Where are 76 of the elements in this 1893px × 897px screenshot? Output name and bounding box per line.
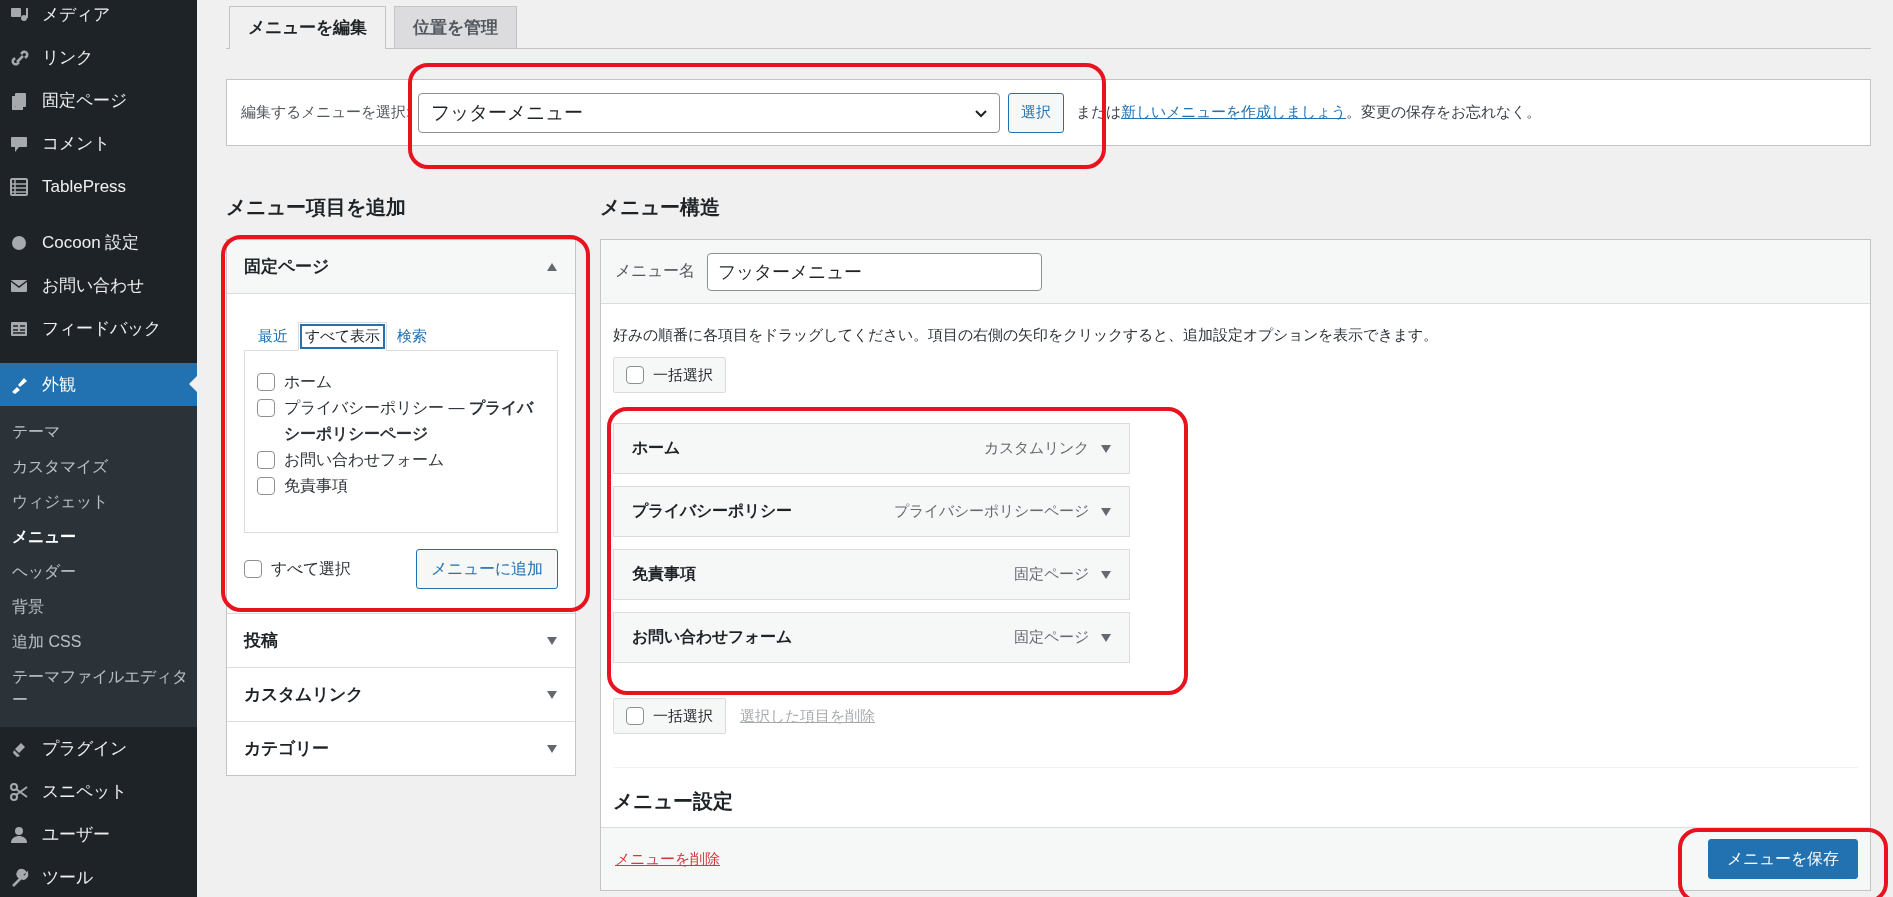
menu-item-type: 固定ページ <box>1014 565 1089 584</box>
filter-tab[interactable]: 検索 <box>391 323 433 350</box>
checkbox[interactable] <box>626 366 644 384</box>
triangle-down-icon[interactable] <box>1101 507 1111 516</box>
submenu-item[interactable]: テーマ <box>0 414 197 449</box>
menu-item-title: プライバシーポリシー <box>632 501 793 521</box>
sidebar-item[interactable]: ツール <box>0 856 197 897</box>
sidebar-item[interactable]: 固定ページ <box>0 79 197 122</box>
sidebar-item[interactable]: お問い合わせ <box>0 264 197 307</box>
nav-tab[interactable]: メニューを編集 <box>229 6 386 49</box>
page-label: 免責事項 <box>284 476 349 496</box>
sidebar-item[interactable]: 外観 <box>0 363 197 406</box>
triangle-down-icon <box>547 636 557 645</box>
triangle-down-icon <box>547 744 557 753</box>
create-menu-link[interactable]: 新しいメニューを作成しましょう <box>1121 103 1347 120</box>
menu-name-label: メニュー名 <box>615 261 695 281</box>
nav-tab[interactable]: 位置を管理 <box>394 6 517 48</box>
section-heading: メニュー構造 <box>600 195 721 220</box>
section-heading: メニュー項目を追加 <box>226 195 407 220</box>
sidebar-item[interactable]: ユーザー <box>0 813 197 856</box>
checkbox[interactable] <box>257 477 275 495</box>
submenu-item[interactable]: ヘッダー <box>0 554 197 589</box>
triangle-up-icon <box>547 262 557 271</box>
select-all-label: すべて選択 <box>271 559 351 579</box>
checkbox[interactable] <box>257 399 275 417</box>
submenu-item[interactable]: テーマファイルエディター <box>0 659 197 717</box>
menu-item-bar[interactable]: お問い合わせフォーム 固定ページ <box>613 612 1130 663</box>
checkbox[interactable] <box>257 373 275 391</box>
bulk-select-button[interactable]: 一括選択 <box>613 357 726 393</box>
sidebar-item[interactable]: コメント <box>0 122 197 165</box>
submenu-item[interactable]: 追加 CSS <box>0 624 197 659</box>
sidebar-item[interactable]: プラグイン <box>0 727 197 770</box>
menu-item-title: お問い合わせフォーム <box>632 627 793 647</box>
accordion-header[interactable]: 固定ページ <box>227 240 575 294</box>
triangle-down-icon[interactable] <box>1101 633 1111 642</box>
sidebar-item[interactable]: TablePress <box>0 165 197 208</box>
menu-item-type: プライバシーポリシーページ <box>894 502 1089 521</box>
instructions-text: 好みの順番に各項目をドラッグしてください。項目の右側の矢印をクリックすると、追加設定オプションを表示できます。 <box>613 326 1439 345</box>
page-label: プライバシーポリシー — プライバシーポリシーページ <box>284 398 535 444</box>
sidebar-item[interactable]: フィードバック <box>0 307 197 350</box>
select-button[interactable]: 選択 <box>1008 92 1065 133</box>
checkbox[interactable] <box>626 707 644 725</box>
submenu-item[interactable]: 背景 <box>0 589 197 624</box>
table-icon <box>8 175 30 198</box>
sidebar-item[interactable]: メディア <box>0 0 197 36</box>
page-label: ホーム <box>284 372 333 392</box>
save-menu-button[interactable]: メニューを保存 <box>1708 839 1858 879</box>
triangle-down-icon[interactable] <box>1101 444 1111 453</box>
menu-item-title: ホーム <box>632 438 681 458</box>
menu-item-bar[interactable]: 免責事項 固定ページ <box>613 549 1130 600</box>
filter-tab[interactable]: 最近 <box>252 323 294 350</box>
menu-name-input[interactable]: フッターメニュー <box>707 252 1042 291</box>
triangle-down-icon <box>547 690 557 699</box>
sidebar-item[interactable]: スニペット <box>0 770 197 813</box>
menu-item-type: 固定ページ <box>1014 628 1089 647</box>
page-label: お問い合わせフォーム <box>284 450 445 470</box>
menu-item-bar[interactable]: プライバシーポリシー プライバシーポリシーページ <box>613 486 1130 537</box>
triangle-down-icon[interactable] <box>1101 570 1111 579</box>
add-to-menu-button[interactable]: メニューに追加 <box>416 549 558 589</box>
menu-dropdown[interactable]: フッターメニュー <box>418 92 1001 133</box>
sidebar-item[interactable]: Cocoon 設定 <box>0 221 197 264</box>
bulk-select-button[interactable]: 一括選択 <box>613 698 726 734</box>
settings-heading: メニュー設定 <box>613 789 734 814</box>
submenu-item[interactable]: メニュー <box>0 519 197 554</box>
filter-tab[interactable]: すべて表示 <box>298 322 387 351</box>
sidebar-item[interactable]: リンク <box>0 36 197 79</box>
menu-item-bar[interactable]: ホーム カスタムリンク <box>613 423 1130 474</box>
select-label: 編集するメニューを選択: <box>241 103 411 122</box>
scissors-icon <box>8 780 30 803</box>
menu-item-title: 免責事項 <box>632 564 697 584</box>
checkbox[interactable] <box>257 451 275 469</box>
submenu-item[interactable]: ウィジェット <box>0 484 197 519</box>
delete-menu-link[interactable]: メニューを削除 <box>615 849 720 869</box>
submenu-item[interactable]: カスタマイズ <box>0 449 197 484</box>
checkbox[interactable] <box>244 560 262 578</box>
menu-item-type: カスタムリンク <box>984 439 1089 458</box>
